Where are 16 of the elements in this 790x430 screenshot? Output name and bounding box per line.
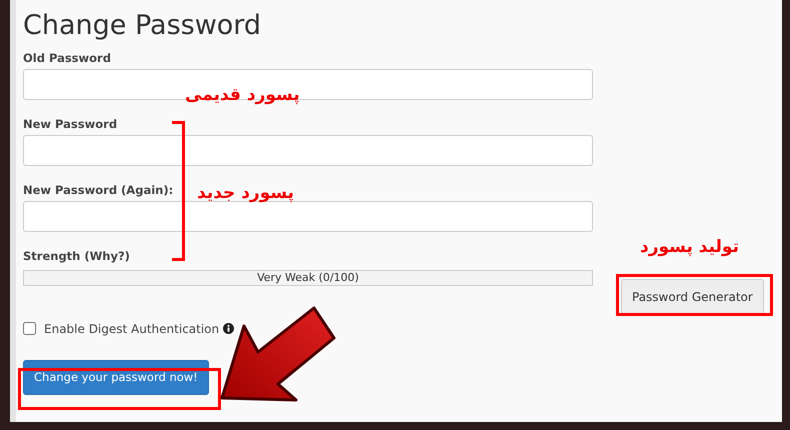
field-label: New Password	[23, 118, 118, 132]
submit-button[interactable]: Change your password now!	[23, 360, 209, 395]
digest-checkbox[interactable]	[23, 322, 36, 336]
digest-label: Enable Digest Authentication	[44, 320, 220, 338]
info-icon[interactable]	[223, 323, 234, 334]
annotation-note: پسورد قدیمی	[185, 84, 300, 107]
password-field[interactable]	[23, 200, 593, 232]
page-title: Change Password	[23, 10, 262, 42]
password-generator-button[interactable]: Password Generator	[621, 279, 764, 315]
password-field[interactable]	[23, 134, 593, 166]
field-label: New Password (Again):	[23, 184, 174, 198]
strength-label: Strength (Why?)	[23, 250, 130, 264]
annotation-note: پسورد جدید	[197, 182, 294, 205]
annotation-note: تولید پسورد	[640, 236, 739, 259]
field-label: Old Password	[23, 52, 111, 66]
strength-reading: Very Weak (0/100)	[256, 270, 360, 285]
